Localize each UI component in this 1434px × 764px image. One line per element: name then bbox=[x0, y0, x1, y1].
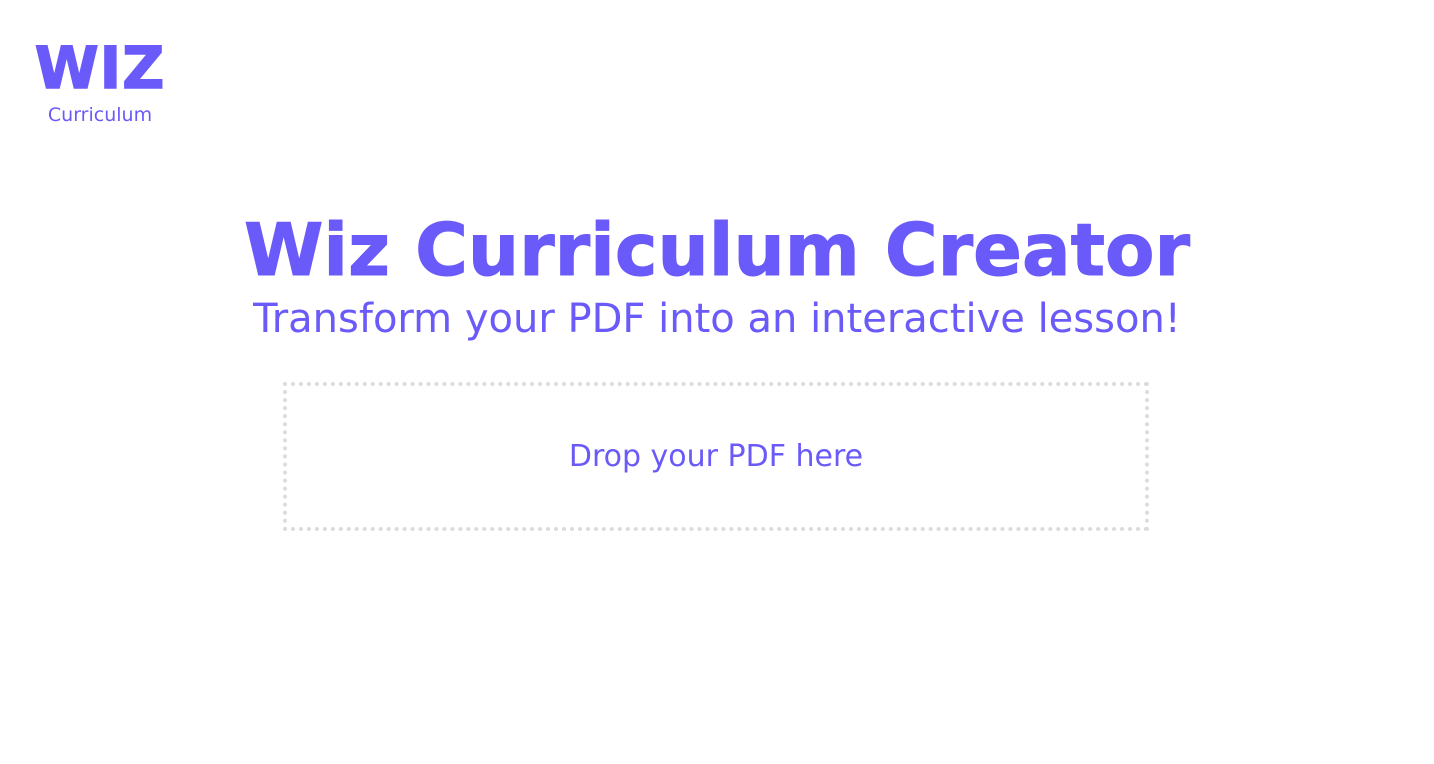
logo-mark: WIZ bbox=[34, 34, 166, 102]
logo-subtitle: Curriculum bbox=[47, 104, 153, 126]
page-title: Wiz Curriculum Creator bbox=[244, 208, 1191, 293]
page-subtitle: Transform your PDF into an interactive l… bbox=[253, 296, 1181, 342]
pdf-dropzone[interactable]: Drop your PDF here bbox=[283, 382, 1149, 531]
hero-section: Wiz Curriculum Creator Transform your PD… bbox=[0, 208, 1434, 344]
page: WIZ Curriculum Wiz Curriculum Creator Tr… bbox=[0, 0, 1434, 764]
logo: WIZ Curriculum bbox=[34, 34, 166, 126]
dropzone-label: Drop your PDF here bbox=[568, 439, 864, 474]
